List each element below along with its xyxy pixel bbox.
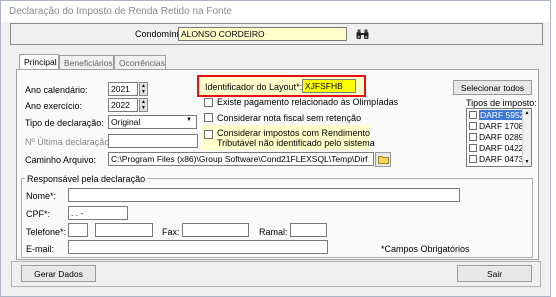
ano-exercicio-input[interactable]: 2022: [108, 98, 138, 112]
telefone-input[interactable]: [95, 223, 153, 237]
list-item[interactable]: DARF 1708: [469, 121, 523, 132]
tipo-declaracao-label: Tipo de declaração:: [25, 118, 104, 128]
identificador-input[interactable]: XJFSFHB: [302, 79, 356, 93]
ultima-declaracao-input[interactable]: [108, 134, 198, 148]
condominio-box: Condomínio: ALONSO CORDEIRO: [10, 23, 543, 45]
nota-fiscal-label: Considerar nota fiscal sem retenção: [217, 113, 362, 123]
ano-exercicio-label: Ano exercício:: [25, 101, 83, 111]
nome-input[interactable]: [68, 188, 460, 202]
sair-button[interactable]: Sair: [457, 265, 532, 282]
email-label: E-mail:: [26, 244, 55, 254]
tipos-imposto-list[interactable]: DARF 5952 DARF 1708 DARF 0289 DARF 0422 …: [466, 108, 532, 167]
dirf-window: Declaração do Imposto de Renda Retido na…: [0, 0, 551, 297]
nota-fiscal-checkbox[interactable]: [204, 113, 213, 122]
considerar-impostos-line2: Tributável não identificado pelo sistema: [217, 138, 375, 148]
ramal-label: Ramal:: [259, 227, 288, 237]
chevron-down-icon[interactable]: ▼: [186, 117, 192, 123]
tipo-declaracao-select[interactable]: Original: [108, 115, 197, 129]
binoculars-icon[interactable]: [354, 27, 370, 42]
considerar-impostos-box: Considerar impostos com Rendimento Tribu…: [201, 125, 375, 150]
required-note: *Campos Obrigatórios: [381, 244, 470, 254]
selecionar-todos-button[interactable]: Selecionar todos: [453, 80, 532, 95]
window-edge: [551, 0, 556, 297]
tab-principal[interactable]: Principal: [19, 54, 59, 69]
identificador-highlight: Identificador do Layout*: XJFSFHB: [197, 75, 366, 97]
considerar-impostos-checkbox[interactable]: [204, 130, 213, 139]
ultima-declaracao-label: Nº Última declaração*:: [25, 137, 116, 147]
sair-label: Sair: [486, 268, 503, 279]
caminho-arquivo-input[interactable]: C:\Program Files (x86)\Group Software\Co…: [108, 152, 374, 166]
cpf-input[interactable]: . . -: [68, 206, 128, 220]
tab-ocorrencias[interactable]: Ocorrências: [114, 55, 166, 69]
nome-label: Nome*:: [26, 191, 57, 201]
ano-calendario-input[interactable]: 2021: [108, 82, 138, 96]
email-input[interactable]: [68, 240, 328, 254]
telefone-ddd-input[interactable]: [68, 223, 88, 237]
list-scrollbar[interactable]: ▲ ▼: [522, 109, 531, 166]
caminho-arquivo-label: Caminho Arquivo:: [25, 155, 97, 165]
gerar-dados-label: Gerar Dados: [34, 268, 83, 279]
fax-label: Fax:: [162, 227, 180, 237]
scroll-down-icon[interactable]: ▼: [523, 159, 531, 165]
list-item[interactable]: DARF 0289: [469, 132, 523, 143]
fax-input[interactable]: [182, 223, 249, 237]
ano-calendario-label: Ano calendário:: [25, 85, 88, 95]
tab-beneficiarios[interactable]: Beneficiários: [59, 55, 114, 69]
gerar-dados-button[interactable]: Gerar Dados: [21, 265, 96, 282]
window-title: Declaração do Imposto de Renda Retido na…: [1, 1, 550, 22]
olimpiadas-label: Existe pagamento relacionado às Olimpíad…: [217, 97, 399, 107]
scroll-up-icon[interactable]: ▲: [523, 110, 531, 116]
telefone-label: Telefone*:: [26, 227, 67, 237]
identificador-label: Identificador do Layout*:: [205, 82, 303, 92]
list-item[interactable]: DARF 5952: [469, 110, 526, 121]
tipos-imposto-label: Tipos de imposto:: [466, 98, 537, 108]
considerar-impostos-line1: Considerar impostos com Rendimento: [217, 128, 371, 138]
folder-icon[interactable]: [375, 152, 391, 167]
ramal-input[interactable]: [290, 223, 327, 237]
cpf-label: CPF*:: [26, 209, 51, 219]
condominio-input[interactable]: ALONSO CORDEIRO: [178, 27, 347, 41]
ano-exercicio-spinner[interactable]: ▲ ▼: [139, 98, 148, 112]
responsavel-title: Responsável pela declaração: [25, 174, 148, 184]
olimpiadas-checkbox[interactable]: [204, 98, 213, 107]
list-item[interactable]: DARF 0422: [469, 143, 523, 154]
ano-calendario-spinner[interactable]: ▲ ▼: [139, 82, 148, 96]
list-item[interactable]: DARF 0473: [469, 154, 523, 165]
